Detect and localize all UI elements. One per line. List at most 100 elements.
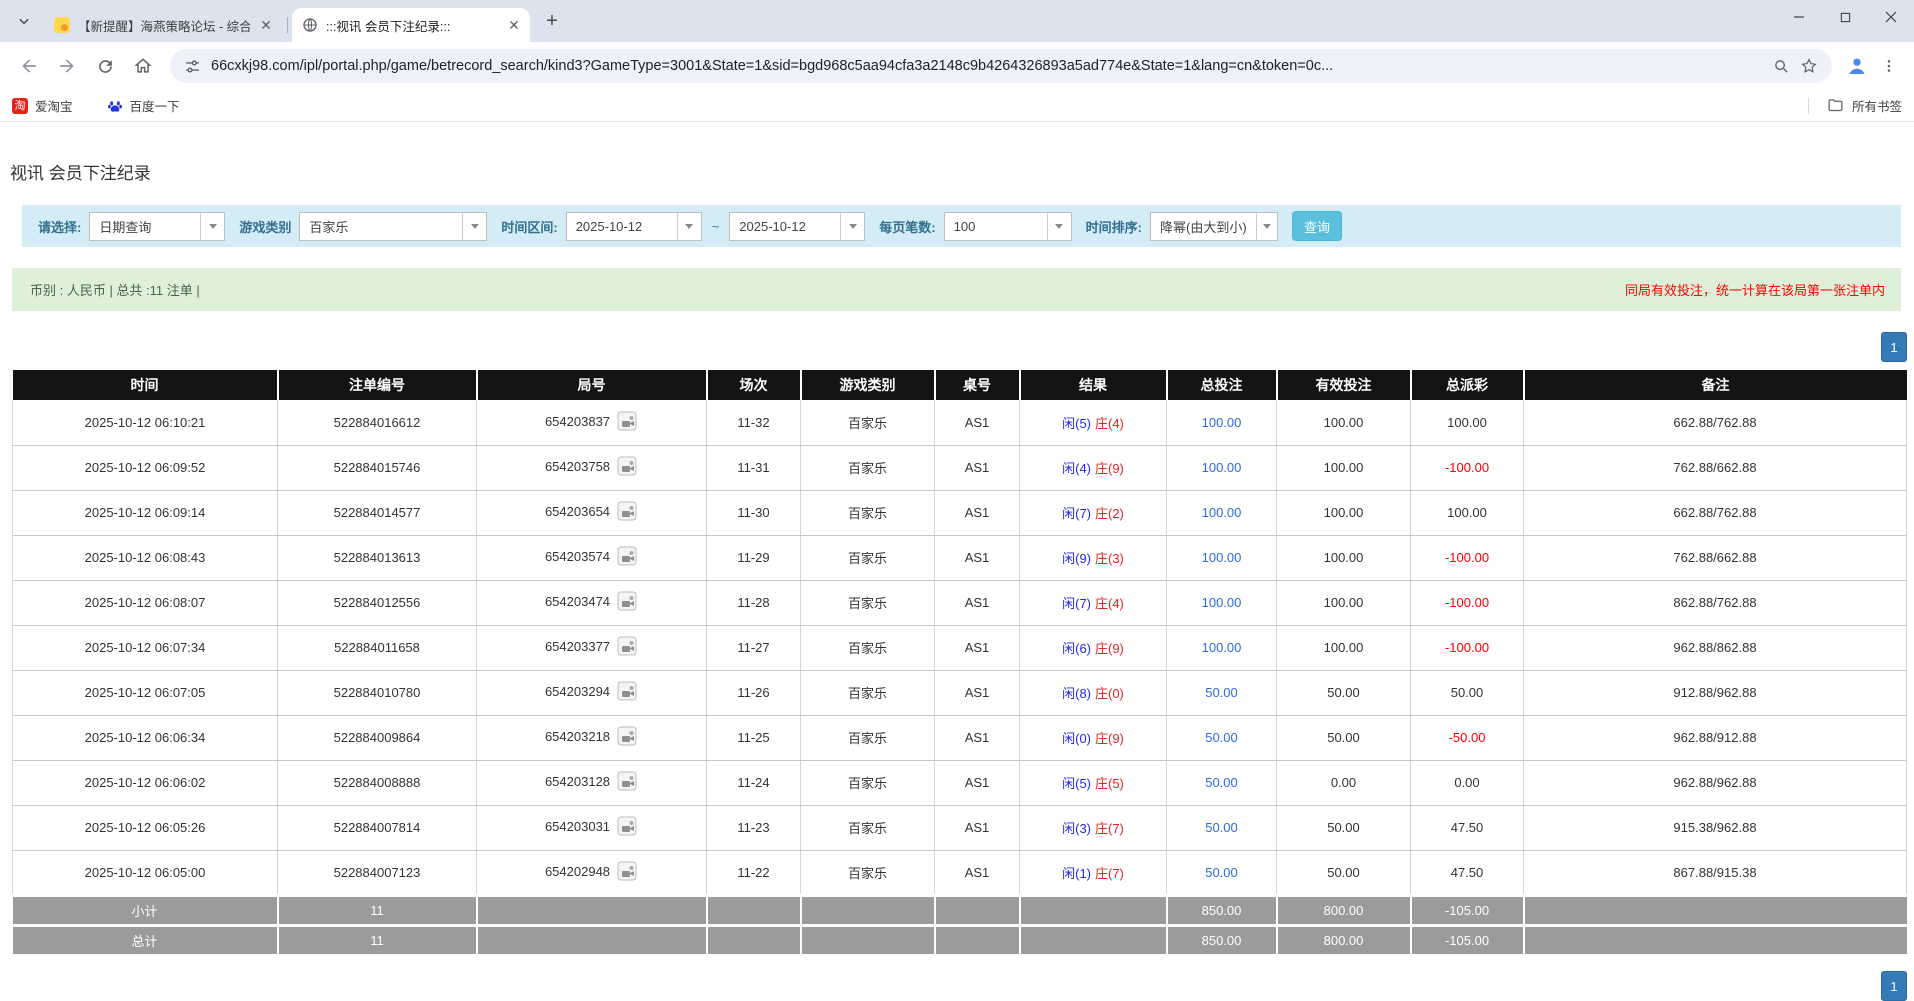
game-type-select[interactable]: 百家乐 — [299, 212, 487, 241]
total-bet-link[interactable]: 50.00 — [1205, 865, 1238, 880]
video-record-icon[interactable] — [616, 680, 638, 705]
video-record-icon[interactable] — [616, 410, 638, 435]
video-record-icon[interactable] — [616, 500, 638, 525]
zoom-icon[interactable] — [1773, 58, 1790, 75]
subtotal-valid-bet: 800.00 — [1277, 895, 1411, 925]
total-bet-link[interactable]: 100.00 — [1202, 595, 1242, 610]
video-record-icon[interactable] — [616, 815, 638, 840]
new-tab-button[interactable]: + — [538, 7, 566, 35]
cell-session: 11-28 — [707, 580, 801, 625]
cell-time: 2025-10-12 06:08:43 — [13, 535, 278, 580]
close-window-button[interactable] — [1868, 0, 1914, 34]
cell-result: 闲(7)庄(2) — [1020, 490, 1167, 535]
cell-result: 闲(8)庄(0) — [1020, 670, 1167, 715]
video-record-icon[interactable] — [616, 860, 638, 885]
date-to-select[interactable]: 2025-10-12 — [729, 212, 865, 241]
reload-button[interactable] — [86, 47, 124, 85]
chevron-down-icon — [200, 213, 224, 240]
query-mode-select[interactable]: 日期查询 — [89, 212, 225, 241]
tab-search-button[interactable] — [10, 7, 38, 35]
forward-arrow-icon — [57, 56, 77, 76]
cell-round-no: 654203128 — [477, 760, 707, 805]
site-settings-icon[interactable] — [184, 58, 201, 75]
subtotal-count: 11 — [278, 895, 477, 925]
total-bet-link[interactable]: 50.00 — [1205, 775, 1238, 790]
cell-payout: -50.00 — [1411, 715, 1524, 760]
profile-avatar[interactable] — [1840, 49, 1874, 83]
video-record-icon[interactable] — [616, 590, 638, 615]
cell-bet-no: 522884013613 — [278, 535, 477, 580]
bookmark-baidu[interactable]: 百度一下 — [107, 96, 180, 115]
browser-menu-button[interactable] — [1874, 49, 1904, 83]
total-bet-link[interactable]: 100.00 — [1202, 415, 1242, 430]
cell-valid-bet: 100.00 — [1277, 535, 1411, 580]
result-banker: 庄(7) — [1095, 821, 1124, 836]
table-row: 2025-10-12 06:07:05 522884010780 6542032… — [13, 670, 1907, 715]
bookmark-label: 爱淘宝 — [35, 96, 73, 115]
cell-total-bet: 100.00 — [1167, 580, 1277, 625]
all-bookmarks-button[interactable]: 所有书签 — [1808, 96, 1902, 115]
result-banker: 庄(3) — [1095, 551, 1124, 566]
forward-button[interactable] — [48, 47, 86, 85]
header-result: 结果 — [1020, 370, 1167, 400]
url-bar[interactable]: 66cxkj98.com/ipl/portal.php/game/betreco… — [170, 49, 1832, 83]
cell-time: 2025-10-12 06:06:02 — [13, 760, 278, 805]
url-text[interactable]: 66cxkj98.com/ipl/portal.php/game/betreco… — [211, 58, 1763, 74]
cell-remark: 762.88/662.88 — [1524, 535, 1907, 580]
cell-game-type: 百家乐 — [801, 535, 935, 580]
result-banker: 庄(5) — [1095, 776, 1124, 791]
video-record-icon[interactable] — [616, 455, 638, 480]
cell-total-bet: 100.00 — [1167, 625, 1277, 670]
pagination-page-1-bottom[interactable]: 1 — [1881, 971, 1907, 1001]
cell-session: 11-27 — [707, 625, 801, 670]
cell-payout: 47.50 — [1411, 805, 1524, 850]
total-bet-link[interactable]: 100.00 — [1202, 640, 1242, 655]
minimize-button[interactable] — [1776, 0, 1822, 34]
total-bet-link[interactable]: 100.00 — [1202, 505, 1242, 520]
result-banker: 庄(4) — [1095, 596, 1124, 611]
cell-session: 11-26 — [707, 670, 801, 715]
tab-forum[interactable]: 【新提醒】海燕策略论坛 - 综合 ✕ — [44, 8, 282, 42]
date-from-select[interactable]: 2025-10-12 — [566, 212, 702, 241]
total-label: 总计 — [13, 925, 278, 955]
video-record-icon[interactable] — [616, 635, 638, 660]
window-controls — [1776, 0, 1914, 34]
cell-time: 2025-10-12 06:05:00 — [13, 850, 278, 895]
result-banker: 庄(9) — [1095, 731, 1124, 746]
bookmark-aitaobao[interactable]: 淘 爱淘宝 — [12, 96, 73, 115]
maximize-button[interactable] — [1822, 0, 1868, 34]
total-bet-link[interactable]: 100.00 — [1202, 460, 1242, 475]
back-button[interactable] — [10, 47, 48, 85]
pagination-page-1-top[interactable]: 1 — [1881, 332, 1907, 362]
cell-result: 闲(1)庄(7) — [1020, 850, 1167, 895]
video-record-icon[interactable] — [616, 545, 638, 570]
cell-total-bet: 50.00 — [1167, 670, 1277, 715]
page-size-select[interactable]: 100 — [944, 212, 1072, 241]
total-bet-link[interactable]: 50.00 — [1205, 820, 1238, 835]
home-button[interactable] — [124, 47, 162, 85]
sort-select[interactable]: 降幂(由大到小) — [1150, 212, 1278, 241]
tab-bet-records[interactable]: :::视讯 会员下注纪录::: ✕ — [292, 8, 530, 42]
tab-title: :::视讯 会员下注纪录::: — [326, 16, 498, 35]
total-bet-link[interactable]: 50.00 — [1205, 685, 1238, 700]
close-tab-icon[interactable]: ✕ — [258, 17, 274, 33]
cell-session: 11-29 — [707, 535, 801, 580]
video-record-icon[interactable] — [616, 725, 638, 750]
cell-total-bet: 100.00 — [1167, 490, 1277, 535]
table-row: 2025-10-12 06:05:26 522884007814 6542030… — [13, 805, 1907, 850]
video-record-icon[interactable] — [616, 770, 638, 795]
close-tab-icon[interactable]: ✕ — [506, 17, 522, 33]
bookmark-star-icon[interactable] — [1800, 57, 1818, 75]
chevron-down-icon — [840, 213, 864, 240]
forum-favicon-icon — [54, 17, 70, 33]
cell-game-type: 百家乐 — [801, 445, 935, 490]
total-bet-link[interactable]: 100.00 — [1202, 550, 1242, 565]
search-button[interactable]: 查询 — [1292, 211, 1342, 241]
cell-payout: -100.00 — [1411, 535, 1524, 580]
browser-toolbar: 66cxkj98.com/ipl/portal.php/game/betreco… — [0, 42, 1914, 90]
cell-remark: 912.88/962.88 — [1524, 670, 1907, 715]
total-bet-link[interactable]: 50.00 — [1205, 730, 1238, 745]
cell-payout: 0.00 — [1411, 760, 1524, 805]
cell-table-no: AS1 — [935, 400, 1020, 445]
cell-valid-bet: 100.00 — [1277, 490, 1411, 535]
